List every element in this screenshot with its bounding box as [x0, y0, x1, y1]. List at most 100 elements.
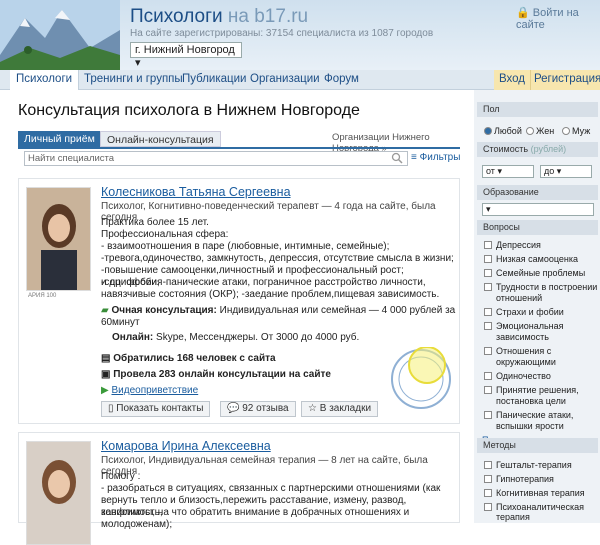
method-checkbox[interactable]	[484, 489, 492, 497]
specialist-card: АРИЯ 100 Колесникова Татьяна Сергеевна П…	[18, 178, 460, 424]
specialist-spec: Психолог, Индивидуальная семейная терапи…	[101, 455, 428, 477]
issue-checkbox[interactable]	[484, 255, 492, 263]
screen-icon: ▣	[101, 369, 111, 380]
desc-line: Помогу :	[101, 471, 141, 482]
nav-psychologists[interactable]: Психологи	[10, 70, 80, 90]
issue-checkbox[interactable]	[484, 241, 492, 249]
play-icon: ▶	[101, 385, 109, 396]
issue-checkbox[interactable]	[484, 322, 492, 330]
issue-checkbox[interactable]	[484, 411, 492, 419]
method-label: Когнитивная терапия	[496, 488, 585, 498]
issue-checkbox[interactable]	[484, 372, 492, 380]
search-icon[interactable]	[391, 152, 403, 164]
tab-personal[interactable]: Личный приём	[18, 131, 101, 147]
method-label: Психоаналитическая	[496, 502, 585, 512]
desc-line: Профессиональная сфера:	[101, 229, 229, 240]
register-button[interactable]: Регистрация	[530, 70, 600, 90]
reviews-button[interactable]: 💬 92 отзыва	[220, 401, 296, 417]
specialist-card: Комарова Ирина Алексеевна Психолог, Инди…	[18, 432, 460, 545]
book-icon: ▤	[101, 353, 111, 364]
mountain-logo[interactable]	[0, 0, 120, 70]
issue-label: зависимость	[496, 332, 549, 342]
tab-online[interactable]: Онлайн-консультация	[100, 131, 221, 147]
chat-icon: 💬	[227, 403, 240, 414]
video-link[interactable]: ▶ Видеоприветствие	[101, 385, 198, 397]
gender-female-label: Жен	[536, 126, 555, 136]
stat-clients: ▤ Обратились 168 человек с сайта	[101, 353, 276, 364]
method-label: Гештальт-терапия	[496, 460, 572, 470]
cost-to-select[interactable]: до ▾	[540, 165, 592, 178]
show-contacts-button[interactable]: ▯ Показать контакты	[101, 401, 211, 417]
desc-line: - взаимоотношения в паре (любовные, инти…	[101, 241, 390, 252]
issue-label: Депрессия	[496, 240, 541, 250]
money-icon: ▰	[101, 305, 109, 316]
method-label: Гипнотерапия	[496, 474, 554, 484]
issue-label: Принятие решения,	[496, 385, 579, 395]
nav-publications[interactable]: Публикации	[182, 73, 246, 85]
nav-trainings[interactable]: Тренинги и группы	[84, 73, 183, 85]
desc-line: - разобраться в ситуациях, связанных с п…	[101, 483, 441, 494]
issue-label: окружающими	[496, 357, 556, 367]
cost-from-select[interactable]: от ▾	[482, 165, 534, 178]
city-select[interactable]: г. Нижний Новгород ▾	[130, 42, 242, 69]
method-checkbox[interactable]	[484, 461, 492, 469]
gender-heading: Пол	[477, 102, 598, 117]
issue-checkbox[interactable]	[484, 269, 492, 277]
gender-female-radio[interactable]	[526, 127, 534, 135]
specialist-photo[interactable]	[26, 187, 91, 291]
nav-organizations[interactable]: Организации	[250, 73, 320, 85]
top-login-link[interactable]: 🔒 Войти на сайте	[516, 6, 600, 31]
specialist-name[interactable]: Комарова Ирина Алексеевна	[101, 439, 271, 453]
gender-male-radio[interactable]	[562, 127, 570, 135]
desc-line: молодоженам);	[101, 519, 173, 530]
lock-icon: 🔒	[516, 7, 530, 19]
site-title[interactable]: Психологи на b17.ru	[130, 6, 308, 28]
stat-online: ▣ Провела 283 онлайн консультации на сай…	[101, 369, 331, 380]
filter-icon: ≡	[411, 152, 417, 163]
specialist-badge: АРИЯ 100	[28, 293, 57, 299]
issue-label: Отношения с	[496, 346, 552, 356]
search-input[interactable]: Найти специалиста	[24, 151, 408, 166]
method-checkbox[interactable]	[484, 503, 492, 511]
methods-heading: Методы	[477, 438, 598, 453]
education-select[interactable]: ▾	[482, 203, 594, 216]
issue-checkbox[interactable]	[484, 283, 492, 291]
desc-line: -тревога,одиночество, замкнутость, депре…	[101, 253, 454, 264]
online-line: Онлайн: Skype, Мессенджеры. От 3000 до 4…	[112, 332, 360, 343]
gender-any-radio[interactable]	[484, 127, 492, 135]
desc-line: Практика более 15 лет.	[101, 217, 209, 228]
issue-label: Семейные проблемы	[496, 268, 586, 278]
issue-label: Эмоциональная	[496, 321, 564, 331]
login-button[interactable]: Вход	[494, 70, 530, 90]
desc-line: и др. фобии, -панические атаки, погранич…	[101, 277, 426, 288]
issue-label: постановка цели	[496, 396, 566, 406]
issue-checkbox[interactable]	[484, 347, 492, 355]
issues-heading: Вопросы	[477, 220, 598, 235]
filters-link[interactable]: ≡ Фильтры	[411, 152, 460, 163]
bookmark-button[interactable]: ☆ В закладки	[301, 401, 379, 417]
issue-checkbox[interactable]	[484, 386, 492, 394]
nav-forum[interactable]: Форум	[324, 73, 359, 85]
site-header: Психологи на b17.ru На сайте зарегистрир…	[0, 0, 600, 70]
gender-male-label: Муж	[572, 126, 591, 136]
main-content: Консультация психолога в Нижнем Новгород…	[0, 90, 474, 545]
issue-checkbox[interactable]	[484, 308, 492, 316]
phone-icon: ▯	[108, 403, 114, 414]
issue-label: Панические атаки,	[496, 410, 574, 420]
issue-label: Низкая самооценка	[496, 254, 579, 264]
issue-label: вспышки ярости	[496, 421, 564, 431]
star-icon: ☆	[308, 403, 317, 414]
issue-label: Страхи и фобии	[496, 307, 564, 317]
tab-underline	[18, 147, 460, 149]
filter-sidebar: Пол Любой Жен Муж Стоимость (рублей) от …	[474, 90, 600, 523]
desc-line: конфликты, на что обратить внимание в до…	[101, 507, 410, 518]
method-checkbox[interactable]	[484, 475, 492, 483]
page-title: Консультация психолога в Нижнем Новгород…	[18, 102, 360, 119]
verified-stamp	[391, 347, 451, 409]
cost-heading: Стоимость (рублей)	[477, 142, 598, 157]
specialist-photo[interactable]	[26, 441, 91, 545]
issue-label: Одиночество	[496, 371, 551, 381]
gender-any-label: Любой	[494, 126, 522, 136]
specialist-name[interactable]: Колесникова Татьяна Сергеевна	[101, 185, 291, 199]
site-subtitle: На сайте зарегистрированы: 37154 специал…	[130, 28, 434, 39]
